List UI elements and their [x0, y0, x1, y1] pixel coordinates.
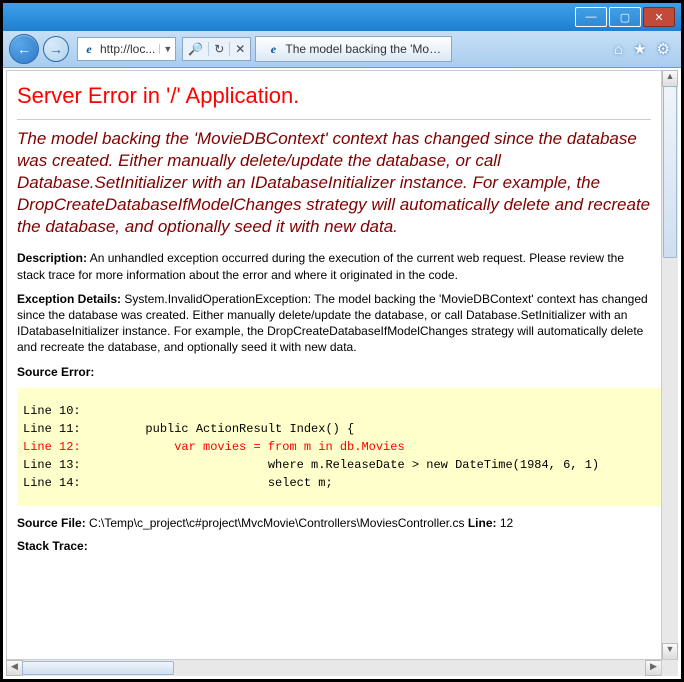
- refresh-icon[interactable]: ↻: [209, 42, 230, 56]
- vertical-scrollbar[interactable]: ▲ ▼: [661, 70, 678, 660]
- browser-tab[interactable]: e The model backing the 'Movi...: [255, 36, 452, 62]
- close-button[interactable]: ✕: [643, 7, 675, 27]
- code-line-13: Line 13: where m.ReleaseDate > new DateT…: [23, 458, 599, 472]
- ie-page-icon: e: [81, 41, 97, 57]
- scroll-left-icon[interactable]: ◀: [6, 660, 23, 676]
- window-titlebar: — ▢ ✕: [3, 3, 681, 31]
- address-bar[interactable]: e http://loc... ▼: [77, 37, 176, 61]
- nav-tools: 🔎 ↻ ✕: [182, 37, 251, 61]
- page-title: Server Error in '/' Application.: [17, 83, 651, 109]
- arrow-right-icon: →: [49, 41, 63, 57]
- stop-icon[interactable]: ✕: [230, 42, 250, 56]
- favorites-icon[interactable]: ★: [628, 40, 651, 58]
- tools-gear-icon[interactable]: ⚙: [652, 40, 675, 58]
- page-content: Server Error in '/' Application. The mod…: [6, 70, 662, 660]
- exception-block: Exception Details: System.InvalidOperati…: [17, 291, 651, 356]
- description-block: Description: An unhandled exception occu…: [17, 250, 651, 282]
- source-file-label: Source File:: [17, 516, 86, 530]
- error-message: The model backing the 'MovieDBContext' c…: [17, 128, 651, 238]
- source-error-label: Source Error:: [17, 365, 94, 379]
- source-error-code: Line 10: Line 11: public ActionResult In…: [17, 388, 662, 506]
- description-text: An unhandled exception occurred during t…: [17, 251, 624, 281]
- back-button[interactable]: ←: [9, 34, 39, 64]
- code-line-12: Line 12: var movies = from m in db.Movie…: [23, 440, 405, 454]
- tab-title: The model backing the 'Movi...: [285, 42, 445, 56]
- scroll-right-icon[interactable]: ▶: [645, 660, 662, 676]
- code-line-10: Line 10:: [23, 404, 81, 418]
- command-bar: ⌂ ★ ⚙: [609, 40, 675, 58]
- minimize-button[interactable]: —: [575, 7, 607, 27]
- code-line-14: Line 14: select m;: [23, 476, 333, 490]
- url-text: http://loc...: [100, 42, 159, 56]
- horizontal-scroll-thumb[interactable]: [22, 661, 174, 675]
- line-number: 12: [497, 516, 514, 530]
- scroll-corner: [661, 659, 678, 676]
- forward-button[interactable]: →: [43, 36, 69, 62]
- maximize-button[interactable]: ▢: [609, 7, 641, 27]
- stack-trace-block: Stack Trace:: [17, 538, 651, 554]
- viewport: Server Error in '/' Application. The mod…: [6, 70, 678, 676]
- source-error-block: Source Error:: [17, 364, 651, 380]
- vertical-scroll-thumb[interactable]: [663, 86, 677, 258]
- line-label: Line:: [468, 516, 497, 530]
- description-label: Description:: [17, 251, 87, 265]
- exception-label: Exception Details:: [17, 292, 121, 306]
- url-dropdown-icon[interactable]: ▼: [159, 44, 175, 54]
- code-line-11: Line 11: public ActionResult Index() {: [23, 422, 354, 436]
- source-file-line: Source File: C:\Temp\c_project\c#project…: [17, 516, 651, 530]
- home-icon[interactable]: ⌂: [609, 41, 628, 58]
- stack-trace-label: Stack Trace:: [17, 539, 88, 553]
- browser-window: — ▢ ✕ ← → e http://loc... ▼ 🔎 ↻ ✕ e The …: [0, 0, 684, 682]
- scroll-down-icon[interactable]: ▼: [662, 643, 678, 660]
- horizontal-scrollbar[interactable]: ◀ ▶: [6, 659, 662, 676]
- arrow-left-icon: ←: [17, 41, 31, 57]
- divider: [17, 119, 651, 120]
- scroll-up-icon[interactable]: ▲: [662, 70, 678, 87]
- source-file-path: C:\Temp\c_project\c#project\MvcMovie\Con…: [86, 516, 465, 530]
- browser-toolbar: ← → e http://loc... ▼ 🔎 ↻ ✕ e The model …: [3, 31, 681, 68]
- ie-tab-icon: e: [265, 41, 281, 57]
- search-icon[interactable]: 🔎: [183, 42, 209, 56]
